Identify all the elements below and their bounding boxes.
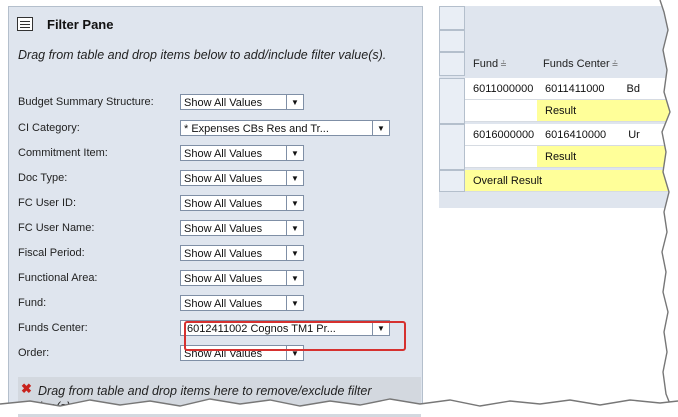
doc-type-dropdown[interactable]: Show All Values ▼: [180, 170, 304, 186]
dropdown-value[interactable]: * Expenses CBs Res and Tr...: [180, 120, 372, 136]
filter-pane-title: Filter Pane: [47, 16, 114, 32]
corner-cell: [439, 52, 465, 76]
dropdown-arrow-icon[interactable]: ▼: [286, 245, 304, 261]
table-cell-result[interactable]: Result: [537, 146, 678, 168]
filter-row-doc-type: Doc Type: Show All Values ▼: [18, 169, 304, 187]
filter-row-ci-category: CI Category: * Expenses CBs Res and Tr..…: [18, 119, 390, 137]
dropdown-arrow-icon[interactable]: ▼: [286, 195, 304, 211]
dropdown-arrow-icon[interactable]: ▼: [286, 170, 304, 186]
dropdown-arrow-icon[interactable]: ▼: [286, 220, 304, 236]
filter-row-fc-user-id: FC User ID: Show All Values ▼: [18, 194, 304, 212]
fiscal-period-dropdown[interactable]: Show All Values ▼: [180, 245, 304, 261]
dropdown-value[interactable]: Show All Values: [180, 94, 286, 110]
ci-category-dropdown[interactable]: * Expenses CBs Res and Tr... ▼: [180, 120, 390, 136]
filter-label: Funds Center:: [18, 322, 88, 334]
dropdown-value[interactable]: Show All Values: [180, 220, 286, 236]
filter-row-functional-area: Functional Area: Show All Values ▼: [18, 269, 304, 287]
sort-icon[interactable]: ≟: [500, 60, 507, 69]
column-header-fund[interactable]: Fund ≟: [473, 58, 507, 70]
funds-center-value: 6011411000: [545, 83, 605, 95]
dropdown-arrow-icon[interactable]: ▼: [286, 270, 304, 286]
filter-pane-header: Filter Pane: [17, 13, 113, 35]
filter-row-commitment-item: Commitment Item: Show All Values ▼: [18, 144, 304, 162]
filter-pane: Filter Pane Drag from table and drop ite…: [8, 6, 423, 417]
filter-row-budget-summary-structure: Budget Summary Structure: Show All Value…: [18, 93, 304, 111]
filter-label: FC User Name:: [18, 222, 95, 234]
column-header-funds-center[interactable]: Funds Center ≟: [543, 58, 618, 70]
dropdown-value[interactable]: Show All Values: [180, 245, 286, 261]
column-header-label: Funds Center: [543, 58, 610, 70]
corner-cell: [439, 30, 465, 52]
filter-row-fc-user-name: FC User Name: Show All Values ▼: [18, 219, 304, 237]
column-header-label: Fund: [473, 58, 499, 70]
fund-dropdown[interactable]: Show All Values ▼: [180, 295, 304, 311]
corner-cell: [439, 6, 465, 30]
dropdown-arrow-icon[interactable]: ▼: [372, 120, 390, 136]
filter-row-fund: Fund: Show All Values ▼: [18, 294, 304, 312]
add-filter-instruction: Drag from table and drop items below to …: [18, 48, 387, 62]
dropdown-value[interactable]: Show All Values: [180, 270, 286, 286]
dropdown-arrow-icon[interactable]: ▼: [286, 145, 304, 161]
dropdown-arrow-icon[interactable]: ▼: [286, 94, 304, 110]
filter-label: Order:: [18, 347, 50, 359]
filter-pane-icon: [17, 17, 33, 31]
table-cell-funds-center[interactable]: 6011411000 Bd: [537, 78, 678, 100]
table-cell-funds-center[interactable]: 6016410000 Ur: [537, 124, 678, 146]
filter-label: Fund:: [18, 297, 47, 309]
truncated-cell: Ur: [628, 129, 640, 141]
sort-icon[interactable]: ≟: [612, 60, 619, 69]
remove-filter-drop-zone[interactable]: ✖ Drag from table and drop items here to…: [18, 377, 421, 417]
filter-label: Doc Type:: [18, 172, 68, 184]
dropdown-value[interactable]: Show All Values: [180, 195, 286, 211]
table-cell-result[interactable]: Result: [537, 100, 678, 122]
row-selector[interactable]: [439, 170, 465, 192]
table-cell-overall-result[interactable]: Overall Result: [465, 170, 678, 192]
filter-row-fiscal-period: Fiscal Period: Show All Values ▼: [18, 244, 304, 262]
dropdown-value[interactable]: Show All Values: [180, 170, 286, 186]
filter-label: Fiscal Period:: [18, 247, 85, 259]
funds-center-value: 6016410000: [545, 129, 607, 141]
row-selector[interactable]: [439, 78, 465, 124]
filter-label: Commitment Item:: [18, 147, 108, 159]
fc-user-name-dropdown[interactable]: Show All Values ▼: [180, 220, 304, 236]
remove-filter-instruction: Drag from table and drop items here to r…: [26, 384, 372, 414]
filter-label: CI Category:: [18, 122, 80, 134]
truncated-cell: Bd: [626, 83, 641, 95]
filter-label: Budget Summary Structure:: [18, 96, 154, 108]
table-cell-empty: [465, 100, 537, 122]
funds-center-highlight: [184, 321, 406, 351]
filter-label: FC User ID:: [18, 197, 77, 209]
functional-area-dropdown[interactable]: Show All Values ▼: [180, 270, 304, 286]
dropdown-arrow-icon[interactable]: ▼: [286, 295, 304, 311]
filter-label: Functional Area:: [18, 272, 98, 284]
table-cell-fund[interactable]: 6011000000: [465, 78, 537, 100]
crosstab-table: Fund ≟ Funds Center ≟ 6011000000 601141100…: [439, 6, 678, 414]
dropdown-value[interactable]: Show All Values: [180, 295, 286, 311]
commitment-item-dropdown[interactable]: Show All Values ▼: [180, 145, 304, 161]
fc-user-id-dropdown[interactable]: Show All Values ▼: [180, 195, 304, 211]
table-cell-empty: [465, 146, 537, 168]
budget-summary-structure-dropdown[interactable]: Show All Values ▼: [180, 94, 304, 110]
dropdown-value[interactable]: Show All Values: [180, 145, 286, 161]
row-selector[interactable]: [439, 124, 465, 170]
table-cell-fund[interactable]: 6016000000: [465, 124, 537, 146]
